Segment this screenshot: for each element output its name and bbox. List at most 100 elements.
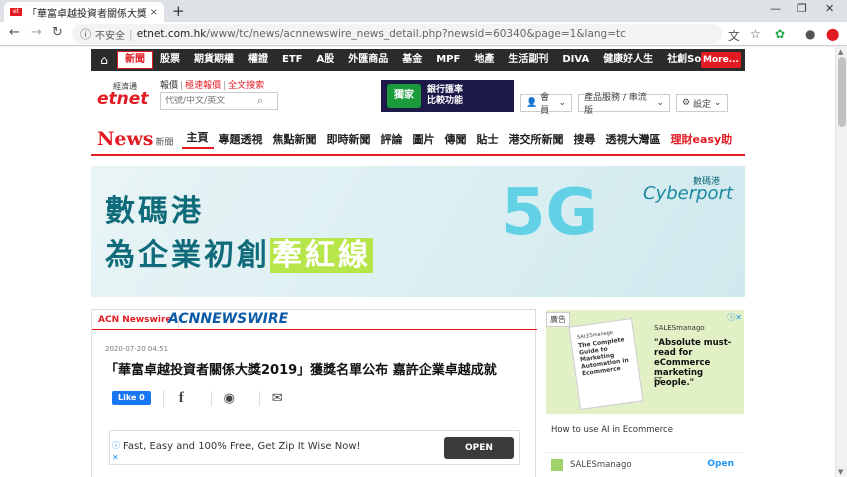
scroll-thumb[interactable]: [838, 57, 846, 127]
advertiser-logo-icon: [551, 459, 563, 471]
topnav-item-futures[interactable]: 期貨期權: [187, 49, 241, 71]
translate-icon[interactable]: 文: [728, 27, 740, 44]
side-ad-caption[interactable]: How to use AI in Ecommerce: [551, 425, 673, 435]
browser-tab[interactable]: et 「華富卓越投資者關係大獎2019」 ×: [4, 2, 164, 22]
side-ad-footer: SALESmanago Open: [546, 452, 744, 476]
hero-line2: 為企業初創牽紅線: [105, 230, 373, 274]
secnav-item-easy[interactable]: 理財easy助: [666, 131, 738, 147]
link-separator: |: [180, 81, 184, 91]
topnav-item-warrants[interactable]: 權證: [241, 49, 275, 71]
member-label: 會員: [540, 93, 550, 116]
scroll-down-icon[interactable]: ▼: [838, 468, 843, 476]
adchoices-icon[interactable]: ⓘ: [112, 440, 120, 451]
url-host: etnet.com.hk: [136, 28, 207, 40]
fulltext-search-link[interactable]: 全文搜索: [228, 81, 264, 91]
secnav-item-rumours[interactable]: 傳聞: [440, 131, 472, 147]
side-ad-open-button[interactable]: Open: [707, 459, 734, 469]
facebook-like-button[interactable]: Like 0: [112, 391, 151, 405]
search-icon[interactable]: ⌕: [257, 94, 263, 108]
forward-icon[interactable]: →: [31, 25, 42, 40]
vertical-scrollbar[interactable]: ▲ ▼: [835, 47, 847, 477]
secnav-item-focus[interactable]: 焦點新聞: [268, 131, 322, 147]
topnav-item-forex[interactable]: 外匯商品: [341, 49, 395, 71]
new-tab-button[interactable]: +: [172, 2, 185, 20]
hero-5g-graphic: 5G: [501, 176, 599, 250]
products-dropdown[interactable]: 產品服務 / 串流版 ⌄: [578, 93, 670, 116]
secnav-item-commentary[interactable]: 評論: [376, 131, 408, 147]
topnav-item-diva[interactable]: DIVA: [555, 49, 596, 71]
secnav-item-home[interactable]: 主頁: [181, 129, 214, 149]
link-separator: |: [223, 81, 227, 91]
ft-logo: FT: [654, 376, 663, 384]
favicon-icon: et: [10, 8, 22, 16]
ebook-cover: SALESmanago The Complete Guide to Market…: [568, 317, 644, 411]
gear-icon: ⚙: [682, 98, 693, 108]
settings-label: 設定: [692, 99, 711, 110]
account-icon[interactable]: ●: [805, 27, 815, 41]
topnav-item-stocks[interactable]: 股票: [153, 49, 187, 71]
topnav-item-health[interactable]: 健康好人生: [596, 49, 660, 71]
scroll-up-icon[interactable]: ▲: [838, 48, 843, 56]
user-icon: 👤: [526, 98, 541, 108]
inline-ad-text[interactable]: Fast, Easy and 100% Free, Get Zip It Wis…: [123, 441, 361, 452]
ad-label: 廣告: [546, 312, 570, 327]
close-window-icon[interactable]: ✕: [825, 2, 834, 15]
secnav-item-photos[interactable]: 圖片: [408, 131, 440, 147]
member-dropdown[interactable]: 👤 會員 ⌄: [520, 93, 572, 116]
share-bar: Like 0 f ◉ ✉: [112, 386, 295, 410]
inline-ad-open-button[interactable]: OPEN: [444, 437, 514, 459]
hero-line2-highlight: 牽紅線: [270, 238, 373, 273]
ad-banner[interactable]: 獨家 銀行匯率 比較功能: [381, 80, 514, 112]
not-secure-label: 不安全: [95, 30, 125, 42]
topnav-item-funds[interactable]: 基金: [395, 49, 429, 71]
maximize-icon[interactable]: ❐: [797, 2, 807, 15]
back-icon[interactable]: ←: [9, 25, 20, 40]
weibo-icon[interactable]: ◉: [210, 390, 247, 406]
address-bar[interactable]: ⓘ 不安全 | etnet.com.hk /www/tc/news/acnnew…: [72, 24, 722, 44]
side-ad[interactable]: SALESmanago The Complete Guide to Market…: [546, 310, 744, 477]
topnav-item-property[interactable]: 地產: [467, 49, 501, 71]
info-icon[interactable]: ⓘ: [80, 26, 91, 42]
settings-dropdown[interactable]: ⚙ 設定 ⌄: [676, 94, 728, 112]
mail-icon[interactable]: ✉: [258, 390, 295, 406]
topnav-item-mpf[interactable]: MPF: [429, 49, 467, 71]
quote-link[interactable]: 報價: [160, 81, 178, 91]
update-icon[interactable]: ⬤: [826, 27, 839, 41]
topnav-item-ashares[interactable]: A股: [309, 49, 341, 71]
tab-title: 「華富卓越投資者關係大獎2019」: [27, 8, 146, 20]
side-ad-brand: SALESmanago: [654, 324, 705, 332]
tab-strip: et 「華富卓越投資者關係大獎2019」 × + — ❐ ✕: [0, 0, 847, 22]
side-ad-quote: "Absolute must-read for eCommerce market…: [654, 338, 732, 388]
secnav-item-hkex[interactable]: 港交所新聞: [504, 131, 569, 147]
news-cn-label: 新聞: [155, 137, 174, 148]
more-button[interactable]: More...: [701, 52, 741, 68]
article-date: 2020-07-20 04:51: [105, 345, 169, 353]
search-input[interactable]: [165, 96, 257, 106]
tab-close-icon[interactable]: ×: [150, 7, 158, 18]
topnav-item-etf[interactable]: ETF: [275, 49, 309, 71]
hero-banner[interactable]: 5G 數碼港 為企業初創牽紅線 數碼港 Cyberport: [91, 166, 745, 297]
extension-icon[interactable]: ✿: [775, 27, 785, 41]
ad-close-icon[interactable]: ✕: [112, 453, 119, 462]
etnet-logo[interactable]: 經濟通 etnet: [97, 81, 148, 111]
reload-icon[interactable]: ↻: [52, 25, 63, 40]
facebook-icon[interactable]: f: [162, 389, 199, 407]
secnav-item-gba[interactable]: 透視大灣區: [601, 131, 666, 147]
ad-tag: 獨家: [387, 84, 421, 108]
secnav-item-tips[interactable]: 貼士: [472, 131, 504, 147]
home-icon[interactable]: ⌂: [91, 49, 117, 71]
news-logo[interactable]: News: [97, 128, 154, 150]
fast-quote-link[interactable]: 極速報價: [185, 81, 221, 91]
adchoices-close-icon[interactable]: ⓘ✕: [727, 312, 742, 323]
star-icon[interactable]: ☆: [750, 27, 761, 41]
secnav-item-features[interactable]: 專題透視: [214, 131, 268, 147]
secnav-item-realtime[interactable]: 即時新聞: [322, 131, 376, 147]
quick-links: 報價 | 極速報價 | 全文搜索: [160, 78, 264, 91]
secnav-item-search[interactable]: 搜尋: [569, 131, 601, 147]
topnav-item-news[interactable]: 新聞: [117, 51, 153, 69]
topnav-item-lifestyle[interactable]: 生活副刊: [501, 49, 555, 71]
minimize-icon[interactable]: —: [770, 2, 781, 15]
side-ad-image: SALESmanago The Complete Guide to Market…: [546, 310, 744, 414]
source-label[interactable]: ACN Newswire: [92, 315, 179, 329]
url-path: /www/tc/news/acnnewswire_news_detail.php…: [206, 28, 626, 40]
